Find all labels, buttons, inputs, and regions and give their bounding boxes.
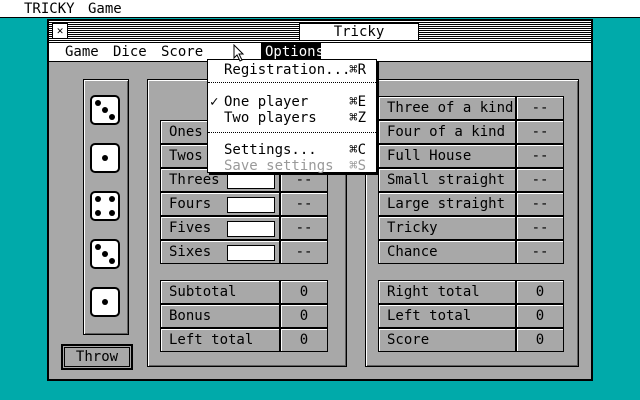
- menu-item-save-settings: Save settings ⌘S: [224, 158, 366, 174]
- row-chance[interactable]: Chance: [378, 240, 516, 264]
- menu-score[interactable]: Score: [161, 44, 203, 60]
- value-fours: --: [280, 192, 328, 216]
- value-small-straight: --: [516, 168, 564, 192]
- value-left-total: 0: [280, 328, 328, 352]
- right-score-panel: Three of a kind -- Four of a kind -- Ful…: [365, 79, 579, 367]
- row-left-total: Left total: [160, 328, 280, 352]
- close-icon[interactable]: ✕: [52, 23, 68, 39]
- dice-pattern-icon: [227, 221, 275, 237]
- row-sixes[interactable]: Sixes: [160, 240, 280, 264]
- dice-pattern-icon: [227, 245, 275, 261]
- menu-item-one-player[interactable]: ✓ One player ⌘E: [208, 94, 376, 110]
- options-dropdown: Registration... ⌘R ✓ One player ⌘E Two p…: [207, 59, 377, 174]
- value-four-of-a-kind: --: [516, 120, 564, 144]
- row-fours[interactable]: Fours: [160, 192, 280, 216]
- value-score: 0: [516, 328, 564, 352]
- desktop-menubar: TRICKY Game: [0, 0, 640, 18]
- value-subtotal: 0: [280, 280, 328, 304]
- row-large-straight[interactable]: Large straight: [378, 192, 516, 216]
- menu-item-two-players[interactable]: Two players ⌘Z: [208, 110, 376, 126]
- row-subtotal: Subtotal: [160, 280, 280, 304]
- die-1[interactable]: [90, 95, 120, 125]
- dice-pattern-icon: [227, 173, 275, 189]
- die-3[interactable]: [90, 191, 120, 221]
- checkmark-icon: ✓: [210, 94, 219, 110]
- desktop-menu-tricky[interactable]: TRICKY: [24, 1, 75, 17]
- value-large-straight: --: [516, 192, 564, 216]
- row-full-house[interactable]: Full House: [378, 144, 516, 168]
- menu-game[interactable]: Game: [65, 44, 99, 60]
- row-left-total-right: Left total: [378, 304, 516, 328]
- die-4[interactable]: [90, 239, 120, 269]
- menu-separator: [208, 82, 376, 83]
- row-small-straight[interactable]: Small straight: [378, 168, 516, 192]
- row-four-of-a-kind[interactable]: Four of a kind: [378, 120, 516, 144]
- value-bonus: 0: [280, 304, 328, 328]
- value-right-total: 0: [516, 280, 564, 304]
- value-full-house: --: [516, 144, 564, 168]
- dice-panel: [83, 79, 129, 335]
- row-bonus: Bonus: [160, 304, 280, 328]
- die-5[interactable]: [90, 287, 120, 317]
- window-title: Tricky: [299, 23, 419, 41]
- menu-separator: [208, 132, 376, 133]
- menu-item-settings[interactable]: Settings... ⌘C: [208, 142, 376, 158]
- value-sixes: --: [280, 240, 328, 264]
- mouse-pointer-icon: [233, 44, 245, 62]
- value-left-total-right: 0: [516, 304, 564, 328]
- row-fives[interactable]: Fives: [160, 216, 280, 240]
- row-score: Score: [378, 328, 516, 352]
- die-2[interactable]: [90, 143, 120, 173]
- desktop-menu-game[interactable]: Game: [88, 1, 122, 17]
- menu-item-registration[interactable]: Registration... ⌘R: [208, 62, 376, 78]
- row-tricky[interactable]: Tricky: [378, 216, 516, 240]
- title-bar[interactable]: ✕ Tricky: [49, 21, 591, 43]
- row-three-of-a-kind[interactable]: Three of a kind: [378, 96, 516, 120]
- throw-button[interactable]: Throw: [61, 344, 133, 370]
- dice-pattern-icon: [227, 197, 275, 213]
- value-tricky: --: [516, 216, 564, 240]
- menu-dice[interactable]: Dice: [113, 44, 147, 60]
- value-chance: --: [516, 240, 564, 264]
- value-three-of-a-kind: --: [516, 96, 564, 120]
- row-right-total: Right total: [378, 280, 516, 304]
- value-fives: --: [280, 216, 328, 240]
